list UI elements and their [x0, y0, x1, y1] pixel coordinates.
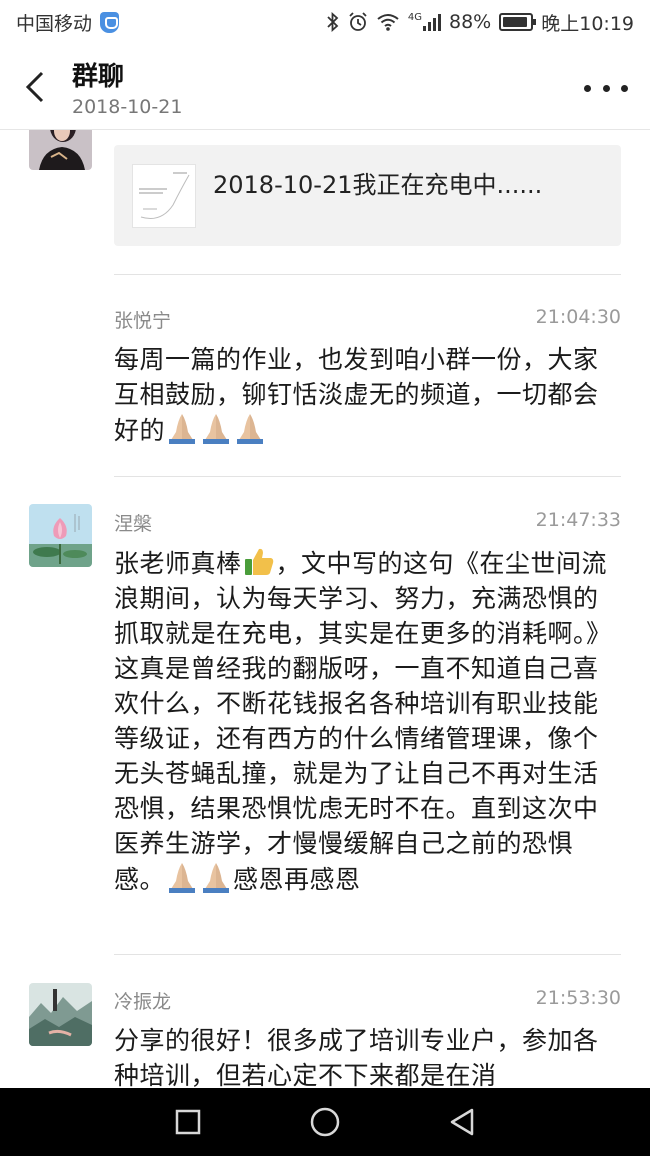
- sender-name: 张悦宁: [114, 310, 172, 332]
- praying-hands-icon: [169, 863, 196, 893]
- wifi-icon: [377, 14, 399, 31]
- message-time: 21:47:33: [535, 509, 621, 531]
- thumbs-up-icon: [244, 548, 273, 575]
- praying-hands-icon: [169, 414, 196, 444]
- sender-name: 冷振龙: [114, 991, 172, 1013]
- home-icon[interactable]: [308, 1105, 342, 1139]
- praying-hands-icon: [203, 414, 230, 444]
- praying-hands-icon: [237, 414, 264, 444]
- carrier-label: 中国移动: [16, 12, 93, 35]
- page-title: 群聊: [72, 62, 125, 92]
- message-text[interactable]: 张老师真棒 ，文中写的这句《在尘世间流浪期间，认为每天学习、努力，充满恐惧的抓取就…: [114, 545, 614, 897]
- shared-link-title: 2018-10-21我正在充电中......: [213, 171, 543, 199]
- security-shield-icon: [100, 11, 120, 33]
- system-navigation-bar: [0, 1088, 650, 1156]
- message-time: 21:53:30: [535, 987, 621, 1009]
- shared-link-card[interactable]: 2018-10-21我正在充电中......: [114, 145, 621, 246]
- message-body-part1: 张老师真棒: [114, 549, 242, 578]
- network-type-label: 4G: [407, 12, 422, 23]
- bluetooth-icon: [327, 12, 339, 32]
- clock: 晚上10:19: [541, 12, 634, 35]
- battery-icon: [499, 13, 537, 31]
- more-options-icon[interactable]: [584, 74, 628, 102]
- avatar[interactable]: [29, 130, 92, 170]
- sender-name: 涅槃: [114, 513, 153, 535]
- alarm-icon: [349, 12, 367, 31]
- page-subtitle-date: 2018-10-21: [72, 96, 183, 118]
- back-nav-icon[interactable]: [445, 1105, 479, 1139]
- message-divider: [114, 954, 621, 955]
- message-text[interactable]: 每周一篇的作业，也发到咱小群一份，大家互相鼓励，铆钉恬淡虚无的频道，一切都会好的: [114, 342, 614, 448]
- message-divider: [114, 476, 621, 477]
- battery-percent: 88%: [449, 11, 492, 33]
- message-divider: [114, 274, 621, 275]
- praying-hands-icon: [203, 863, 230, 893]
- signal-strength-icon: [423, 13, 441, 31]
- message-body-part2: ，文中写的这句《在尘世间流浪期间，认为每天学习、努力，充满恐惧的抓取就是在充电，…: [114, 549, 612, 894]
- message-feed[interactable]: 2018-10-21我正在充电中...... 张悦宁 21:04:30 每周一篇…: [0, 130, 650, 1088]
- message-time: 21:04:30: [535, 306, 621, 328]
- shared-link-thumbnail: [132, 164, 196, 228]
- chat-header: 群聊 2018-10-21: [0, 44, 650, 130]
- message-text[interactable]: 分享的很好！很多成了培训专业户，参加各种培训，但若心定不下来都是在消: [114, 1023, 614, 1088]
- message-body: 分享的很好！很多成了培训专业户，参加各种培训，但若心定不下来都是在消: [114, 1026, 599, 1088]
- message-body-part3: 感恩再感恩: [233, 865, 361, 894]
- avatar[interactable]: [29, 504, 92, 567]
- recent-apps-icon[interactable]: [171, 1105, 205, 1139]
- avatar[interactable]: [29, 983, 92, 1046]
- status-bar: 中国移动 4G 88% 晚上10:19: [0, 0, 650, 44]
- back-arrow-icon[interactable]: [22, 70, 50, 104]
